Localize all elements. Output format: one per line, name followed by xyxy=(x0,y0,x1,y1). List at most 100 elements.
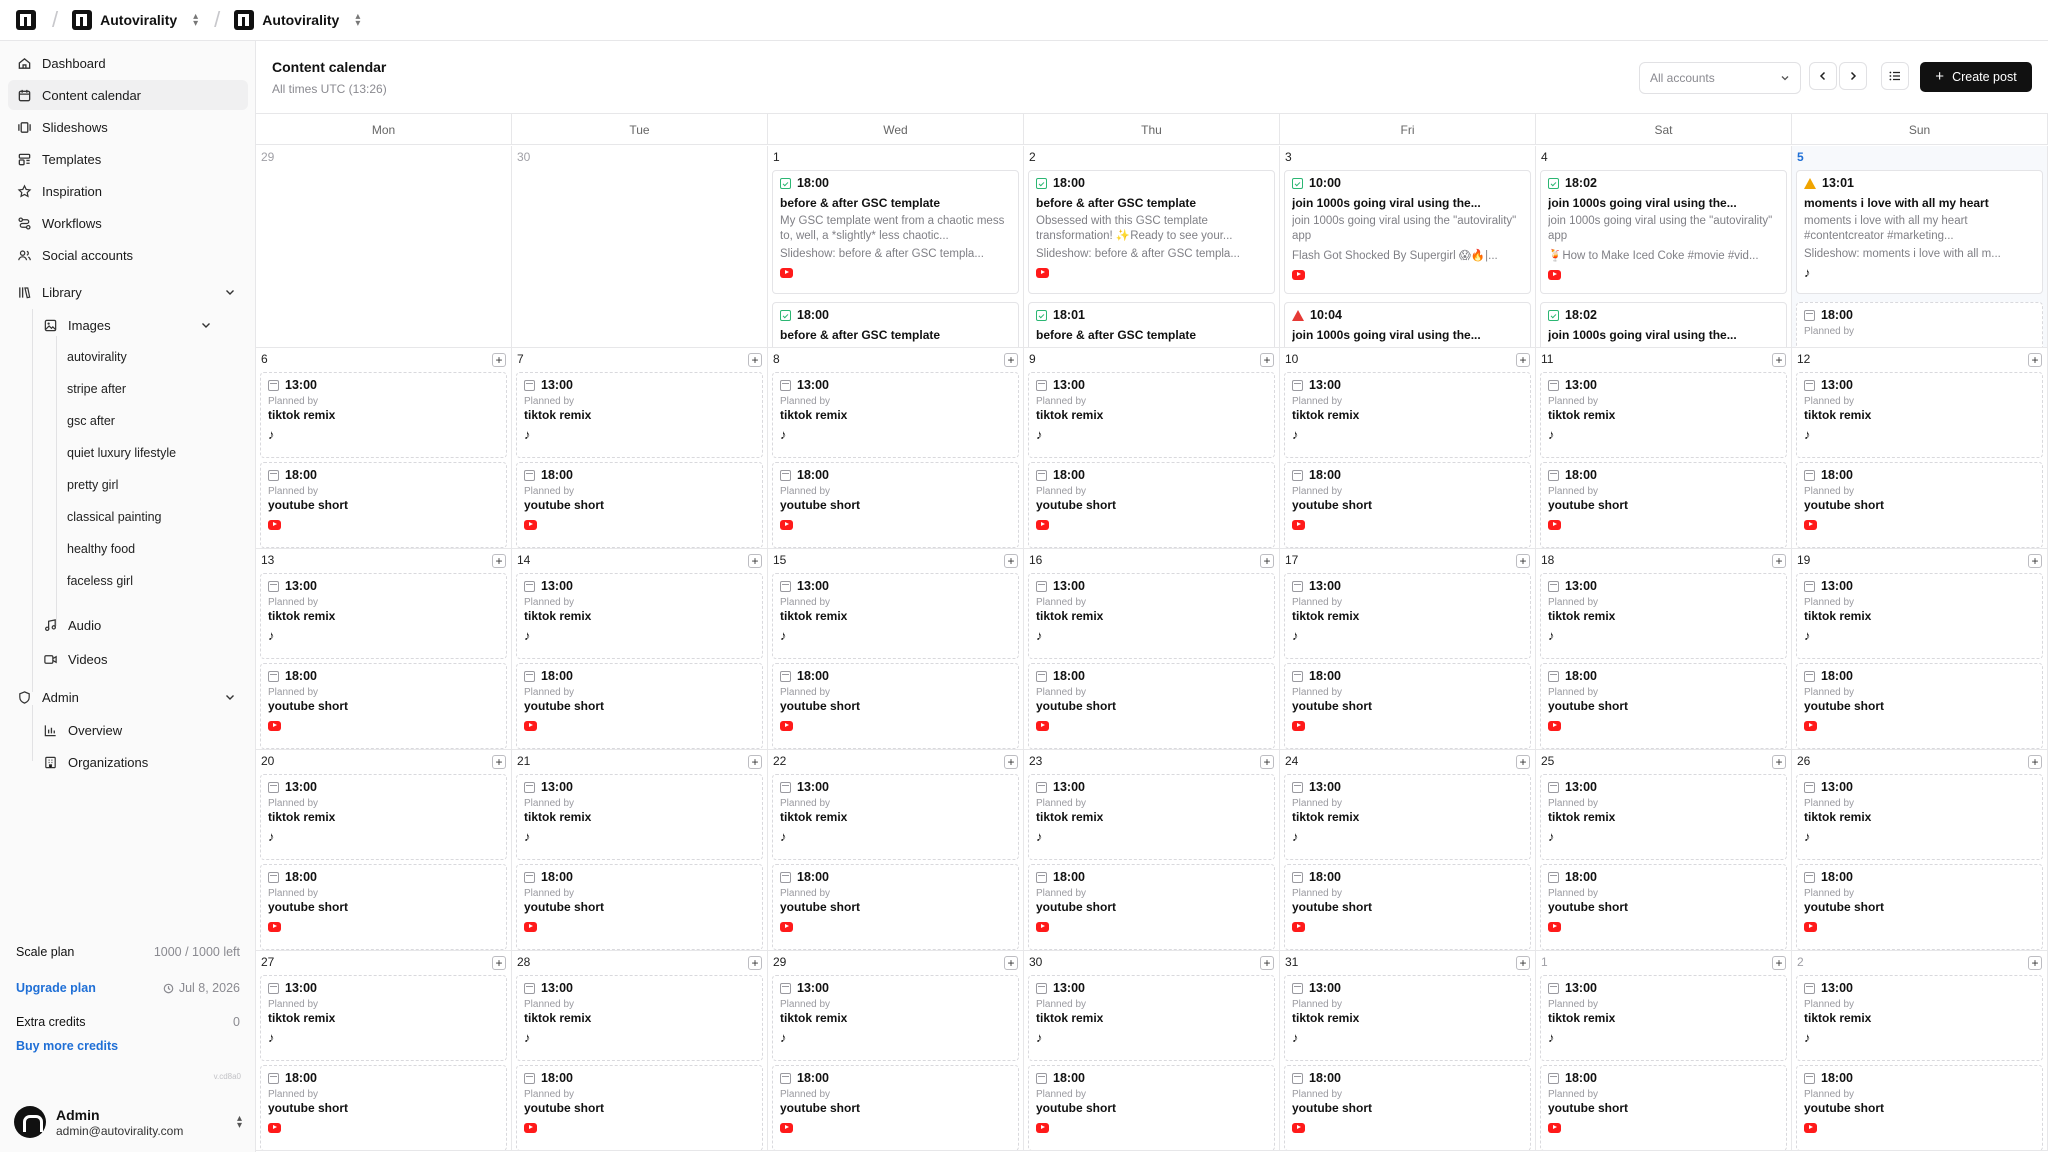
sidebar-item-workflows[interactable]: Workflows xyxy=(8,208,248,238)
planned-post-card[interactable]: 18:00 Planned by youtube short xyxy=(1540,462,1787,548)
calendar-day-cell[interactable]: 4 18:02 join 1000s going viral using the..… xyxy=(1536,146,1792,348)
post-card[interactable]: 10:00 join 1000s going viral using the...… xyxy=(1284,170,1531,294)
planned-post-card[interactable]: 13:00 Planned by tiktok remix ♪ xyxy=(516,774,763,860)
planned-post-card[interactable]: 13:00 Planned by tiktok remix ♪ xyxy=(1028,372,1275,458)
planned-post-card[interactable]: 13:00 Planned by tiktok remix ♪ xyxy=(1796,774,2043,860)
planned-post-card[interactable]: 13:00 Planned by tiktok remix ♪ xyxy=(1284,372,1531,458)
planned-post-card[interactable]: 18:00 Planned by youtube short xyxy=(260,462,507,548)
post-card[interactable]: 18:00 before & after GSC template My GSC t… xyxy=(772,170,1019,294)
add-post-button[interactable]: + xyxy=(1260,353,1274,367)
calendar-day-cell[interactable]: 18 +13:00 Planned by tiktok remix ♪ 18:00 Plan… xyxy=(1536,549,1792,750)
calendar-day-cell[interactable]: 17 +13:00 Planned by tiktok remix ♪ 18:00 Plan… xyxy=(1280,549,1536,750)
add-post-button[interactable]: + xyxy=(492,755,506,769)
add-post-button[interactable]: + xyxy=(1772,956,1786,970)
planned-post-card[interactable]: 18:00 Planned by youtube short xyxy=(1284,462,1531,548)
planned-post-card[interactable]: 18:00 Planned by youtube short xyxy=(1540,1065,1787,1150)
image-folder-item[interactable]: pretty girl xyxy=(57,471,227,499)
planned-post-card[interactable]: 18:00 Planned by youtube short xyxy=(772,462,1019,548)
add-post-button[interactable]: + xyxy=(1260,755,1274,769)
planned-post-card[interactable]: 18:00 Planned by youtube short xyxy=(1028,663,1275,749)
planned-post-card[interactable]: 13:00 Planned by tiktok remix ♪ xyxy=(1540,774,1787,860)
sidebar-item-videos[interactable]: Videos xyxy=(34,644,224,674)
add-post-button[interactable]: + xyxy=(1516,554,1530,568)
post-card[interactable]: 18:00 before & after GSC template Obsessed… xyxy=(1028,170,1275,294)
planned-post-card[interactable]: 13:00 Planned by tiktok remix ♪ xyxy=(1284,573,1531,659)
image-folder-item[interactable]: healthy food xyxy=(57,535,227,563)
add-post-button[interactable]: + xyxy=(1516,353,1530,367)
planned-post-card[interactable]: 18:00 Planned by youtube short xyxy=(1796,462,2043,548)
planned-post-card[interactable]: 18:00 Planned by youtube short xyxy=(260,1065,507,1150)
calendar-day-cell[interactable]: 29 +13:00 Planned by tiktok remix ♪ 18:00 Plan… xyxy=(768,951,1024,1151)
calendar-day-cell[interactable]: 25 +13:00 Planned by tiktok remix ♪ 18:00 Plan… xyxy=(1536,750,1792,951)
add-post-button[interactable]: + xyxy=(492,353,506,367)
planned-post-card[interactable]: 18:00 Planned by youtube short xyxy=(1028,864,1275,950)
image-folder-item[interactable]: classical painting xyxy=(57,503,227,531)
calendar-day-cell[interactable]: 2 18:00 before & after GSC template Obsesse… xyxy=(1024,146,1280,348)
calendar-day-cell[interactable]: 16 +13:00 Planned by tiktok remix ♪ 18:00 Plan… xyxy=(1024,549,1280,750)
planned-post-card[interactable]: 13:00 Planned by tiktok remix ♪ xyxy=(772,975,1019,1061)
planned-post-card[interactable]: 13:00 Planned by tiktok remix ♪ xyxy=(516,372,763,458)
list-view-button[interactable] xyxy=(1881,62,1909,90)
planned-post-card[interactable]: 18:00 Planned by youtube short xyxy=(1028,462,1275,548)
sidebar-item-inspiration[interactable]: Inspiration xyxy=(8,176,248,206)
image-folder-item[interactable]: autovirality xyxy=(57,343,227,371)
calendar-day-cell[interactable]: 22 +13:00 Planned by tiktok remix ♪ 18:00 Plan… xyxy=(768,750,1024,951)
planned-post-card[interactable]: 18:00 Planned by youtube short xyxy=(772,864,1019,950)
planned-post-card[interactable]: 13:00 Planned by tiktok remix ♪ xyxy=(260,774,507,860)
post-card[interactable]: 10:04 join 1000s going viral using the... xyxy=(1284,302,1531,347)
planned-post-card[interactable]: 18:00 Planned by youtube short xyxy=(516,864,763,950)
calendar-day-cell[interactable]: 5 13:01 moments i love with all my heart mo… xyxy=(1792,146,2048,348)
add-post-button[interactable]: + xyxy=(1004,956,1018,970)
calendar-day-cell[interactable]: 28 +13:00 Planned by tiktok remix ♪ 18:00 Plan… xyxy=(512,951,768,1151)
image-folder-item[interactable]: quiet luxury lifestyle xyxy=(57,439,227,467)
sidebar-item-slideshows[interactable]: Slideshows xyxy=(8,112,248,142)
add-post-button[interactable]: + xyxy=(748,353,762,367)
post-card[interactable]: 18:02 join 1000s going viral using the...… xyxy=(1540,170,1787,294)
calendar-day-cell[interactable]: 11 +13:00 Planned by tiktok remix ♪ 18:00 Plan… xyxy=(1536,348,1792,549)
planned-post-card[interactable]: 18:00 Planned by youtube short xyxy=(772,1065,1019,1150)
add-post-button[interactable]: + xyxy=(2028,956,2042,970)
calendar-day-cell[interactable]: 30 xyxy=(512,146,768,348)
prev-month-button[interactable] xyxy=(1809,62,1837,90)
planned-post-card[interactable]: 18:00 Planned by youtube short xyxy=(1796,864,2043,950)
calendar-day-cell[interactable]: 6 +13:00 Planned by tiktok remix ♪ 18:00 Plann… xyxy=(256,348,512,549)
planned-post-card[interactable]: 18:00 Planned by youtube short xyxy=(1284,1065,1531,1150)
add-post-button[interactable]: + xyxy=(1516,956,1530,970)
sidebar-item-templates[interactable]: Templates xyxy=(8,144,248,174)
add-post-button[interactable]: + xyxy=(492,956,506,970)
post-card[interactable]: 18:00 before & after GSC template xyxy=(772,302,1019,347)
planned-post-card[interactable]: 13:00 Planned by tiktok remix ♪ xyxy=(1028,975,1275,1061)
calendar-day-cell[interactable]: 10 +13:00 Planned by tiktok remix ♪ 18:00 Plan… xyxy=(1280,348,1536,549)
planned-post-card[interactable]: 18:00 Planned by youtube short xyxy=(1028,1065,1275,1150)
planned-post-card[interactable]: 18:00 Planned by youtube short xyxy=(260,663,507,749)
image-folder-item[interactable]: stripe after xyxy=(57,375,227,403)
calendar-day-cell[interactable]: 15 +13:00 Planned by tiktok remix ♪ 18:00 Plan… xyxy=(768,549,1024,750)
planned-post-card[interactable]: 18:00 Planned by youtube short xyxy=(1284,864,1531,950)
calendar-day-cell[interactable]: 12 +13:00 Planned by tiktok remix ♪ 18:00 Plan… xyxy=(1792,348,2048,549)
post-card[interactable]: 18:00 Planned by xyxy=(1796,302,2043,347)
add-post-button[interactable]: + xyxy=(1260,956,1274,970)
sidebar-item-organizations[interactable]: Organizations xyxy=(34,747,224,777)
calendar-day-cell[interactable]: 1 18:00 before & after GSC template My GSC … xyxy=(768,146,1024,348)
post-card[interactable]: 13:01 moments i love with all my heart mom… xyxy=(1796,170,2043,294)
add-post-button[interactable]: + xyxy=(1772,755,1786,769)
planned-post-card[interactable]: 13:00 Planned by tiktok remix ♪ xyxy=(260,372,507,458)
calendar-day-cell[interactable]: 8 +13:00 Planned by tiktok remix ♪ 18:00 Plann… xyxy=(768,348,1024,549)
planned-post-card[interactable]: 13:00 Planned by tiktok remix ♪ xyxy=(772,372,1019,458)
calendar-day-cell[interactable]: 14 +13:00 Planned by tiktok remix ♪ 18:00 Plan… xyxy=(512,549,768,750)
calendar-day-cell[interactable]: 29 xyxy=(256,146,512,348)
planned-post-card[interactable]: 13:00 Planned by tiktok remix ♪ xyxy=(260,975,507,1061)
add-post-button[interactable]: + xyxy=(492,554,506,568)
calendar-day-cell[interactable]: 1 +13:00 Planned by tiktok remix ♪ 18:00 Plann… xyxy=(1536,951,1792,1151)
planned-post-card[interactable]: 13:00 Planned by tiktok remix ♪ xyxy=(1540,372,1787,458)
calendar-day-cell[interactable]: 19 +13:00 Planned by tiktok remix ♪ 18:00 Plan… xyxy=(1792,549,2048,750)
planned-post-card[interactable]: 18:00 Planned by youtube short xyxy=(516,462,763,548)
sidebar-item-images[interactable]: Images xyxy=(34,310,224,340)
planned-post-card[interactable]: 13:00 Planned by tiktok remix ♪ xyxy=(1284,774,1531,860)
planned-post-card[interactable]: 13:00 Planned by tiktok remix ♪ xyxy=(772,774,1019,860)
buy-more-credits-link[interactable]: Buy more credits xyxy=(16,1039,118,1053)
planned-post-card[interactable]: 13:00 Planned by tiktok remix ♪ xyxy=(1796,975,2043,1061)
accounts-select[interactable]: All accounts xyxy=(1639,62,1801,94)
post-card[interactable]: 18:01 before & after GSC template xyxy=(1028,302,1275,347)
planned-post-card[interactable]: 13:00 Planned by tiktok remix ♪ xyxy=(260,573,507,659)
